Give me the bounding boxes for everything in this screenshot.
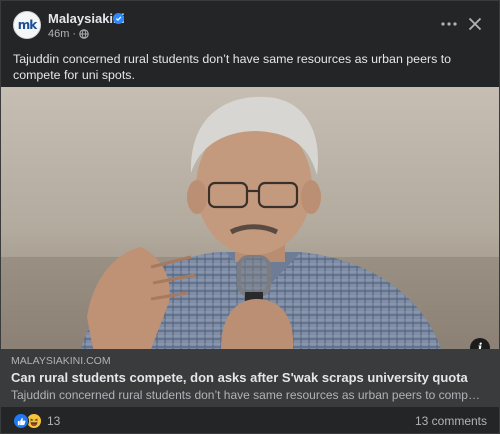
- comments-count[interactable]: 13 comments: [415, 414, 487, 428]
- photo-illustration: [1, 87, 499, 349]
- link-description: Tajuddin concerned rural students don’t …: [11, 388, 481, 402]
- close-button[interactable]: [467, 16, 483, 32]
- reactions-summary[interactable]: 13: [13, 413, 60, 429]
- post-caption: Tajuddin concerned rural students don’t …: [13, 52, 452, 82]
- post-footer: 13 13 comments: [1, 407, 499, 433]
- close-icon: [468, 17, 482, 31]
- link-preview[interactable]: MALAYSIAKINI.COM Can rural students comp…: [1, 349, 499, 407]
- avatar-logo-text: mk: [17, 18, 38, 32]
- more-dots-icon: [441, 22, 457, 26]
- globe-icon: [79, 29, 89, 39]
- post-meta: 46m ·: [48, 28, 89, 40]
- post-timestamp[interactable]: 46m: [48, 28, 69, 40]
- post-card: mk Malaysiakini 46m · Tajuddin concerned…: [0, 0, 500, 434]
- link-domain: MALAYSIAKINI.COM: [11, 355, 111, 367]
- verified-badge-icon: [113, 13, 124, 24]
- meta-separator: ·: [72, 28, 77, 40]
- more-options-button[interactable]: [439, 14, 459, 34]
- page-avatar[interactable]: mk: [13, 11, 41, 39]
- post-header: mk Malaysiakini 46m ·: [1, 1, 499, 47]
- like-icon: [13, 413, 29, 429]
- reaction-count: 13: [47, 414, 61, 428]
- article-photo[interactable]: [1, 87, 499, 349]
- link-title[interactable]: Can rural students compete, don asks aft…: [11, 370, 468, 385]
